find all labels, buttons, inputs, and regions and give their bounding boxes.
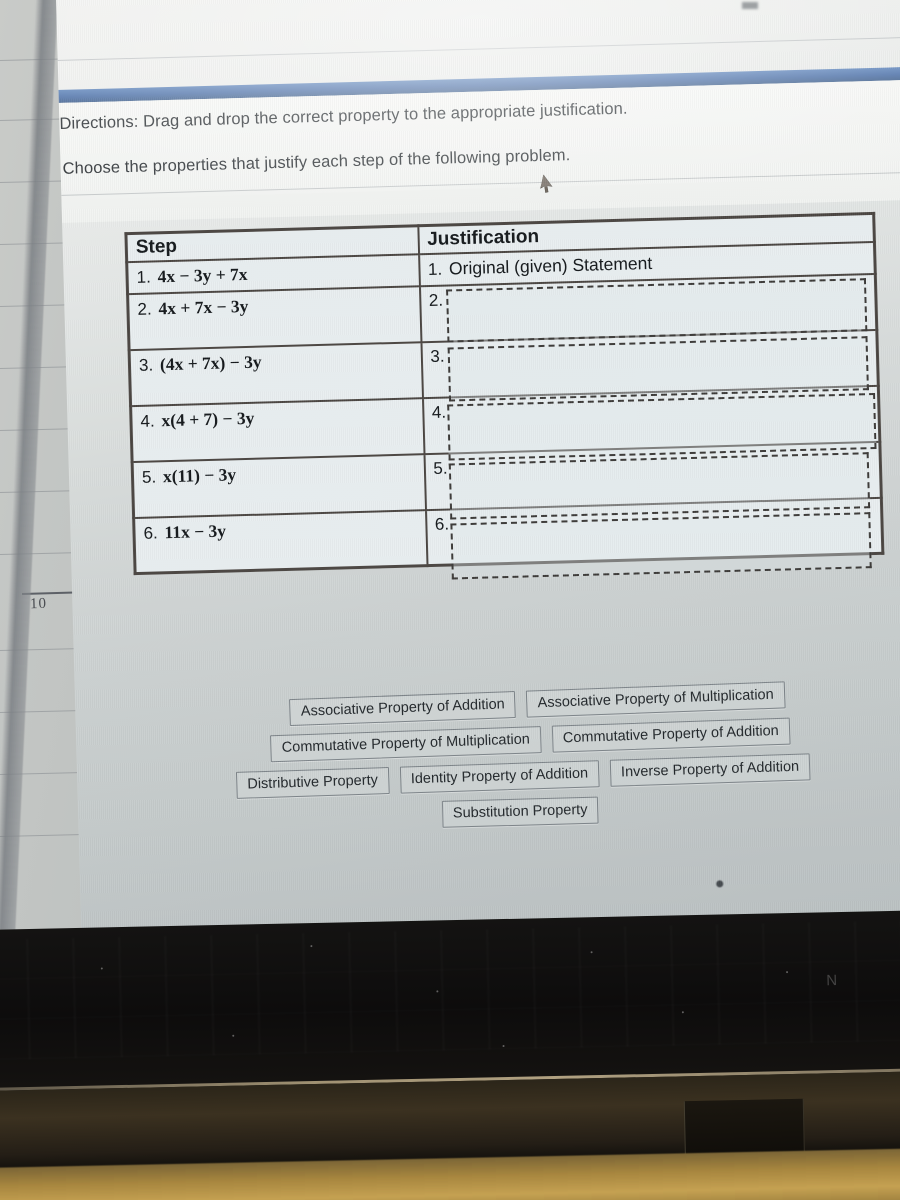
step-expression-4: x(4 + 7) − 3y <box>161 407 255 430</box>
property-bank: Associative Property of Addition Associa… <box>75 679 900 847</box>
keyboard-key-label: N <box>826 972 838 990</box>
step-expression-5: x(11) − 3y <box>162 463 237 486</box>
step-number-3: 3. <box>138 355 154 375</box>
keyboard-deck: N <box>0 909 900 1090</box>
property-chip-substitution[interactable]: Substitution Property <box>441 796 599 828</box>
property-chip-associative-multiplication[interactable]: Associative Property of Multiplication <box>526 681 786 718</box>
keyboard-keys <box>0 919 900 1060</box>
photo-of-laptop-screen: 10 Directions: Drag and drop the correct… <box>0 0 900 1200</box>
laptop-base: N <box>0 909 900 1200</box>
step-number-4: 4. <box>140 411 155 431</box>
step-cell-3: 3. (4x + 7x) − 3y <box>129 341 423 406</box>
step-expression-2: 4x + 7x − 3y <box>158 295 249 318</box>
background-fleck <box>742 2 758 9</box>
dropzone-2[interactable] <box>446 278 868 343</box>
step-cell-5: 5. x(11) − 3y <box>132 453 426 518</box>
step-expression-6: 11x − 3y <box>164 520 227 542</box>
step-expression-1: 4x − 3y + 7x <box>157 263 248 287</box>
steps-justification-table-wrap: Step Justification 1. 4x − 3y + 7x 1. Orig… <box>124 211 885 580</box>
worksheet-page-number: 10 <box>29 595 48 613</box>
justification-text-1: Original (given) Statement <box>448 252 653 279</box>
dropzone-3[interactable] <box>447 336 869 402</box>
laptop-screen: Directions: Drag and drop the correct pr… <box>55 0 900 970</box>
dropzone-4[interactable] <box>447 392 877 461</box>
property-chip-associative-addition[interactable]: Associative Property of Addition <box>289 691 517 727</box>
step-number-5: 5. <box>141 467 157 487</box>
property-chip-commutative-multiplication[interactable]: Commutative Property of Multiplication <box>270 726 542 763</box>
screen-dust-speck <box>716 880 724 888</box>
property-chip-commutative-addition[interactable]: Commutative Property of Addition <box>551 717 791 753</box>
property-chip-inverse-addition[interactable]: Inverse Property of Addition <box>609 753 811 787</box>
step-number-6: 6. <box>143 523 158 543</box>
step-cell-6: 6. 11x − 3y <box>133 509 428 574</box>
step-expression-3: (4x + 7x) − 3y <box>159 351 262 374</box>
dropzone-6[interactable] <box>450 512 872 580</box>
assignment-page: Directions: Drag and drop the correct pr… <box>58 79 900 932</box>
step-number-1: 1. <box>136 267 152 287</box>
property-chip-identity-addition[interactable]: Identity Property of Addition <box>399 760 600 794</box>
property-chip-distributive[interactable]: Distributive Property <box>235 766 390 799</box>
page-top-rule <box>55 33 900 63</box>
step-cell-4: 4. x(4 + 7) − 3y <box>130 397 424 462</box>
dropzone-5[interactable] <box>448 452 871 520</box>
justification-number-1: 1. <box>427 259 443 280</box>
step-cell-2: 2. 4x + 7x − 3y <box>127 285 421 350</box>
step-number-2: 2. <box>137 299 152 319</box>
